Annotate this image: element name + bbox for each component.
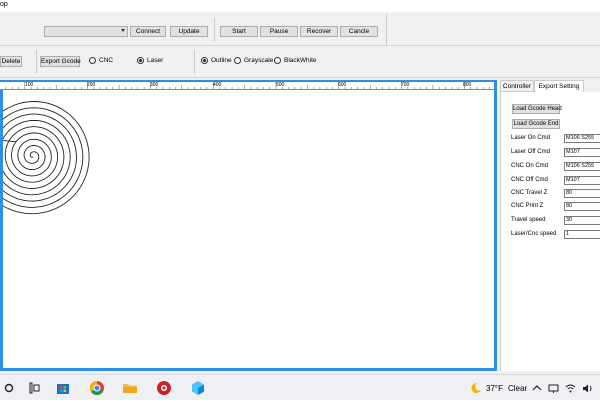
field-label: Laser On Cmd	[511, 135, 551, 141]
laser-off-cmd-input[interactable]: M107	[564, 148, 600, 157]
ruler-label: 400	[213, 82, 222, 88]
option-toolbar: Delete Export Gcode CNC Laser Outline Gr…	[0, 46, 600, 78]
top-toolbar: Connect Update Start Pause Recover Cancl…	[0, 12, 600, 46]
toolbar-divider	[194, 50, 195, 74]
toolbar-divider	[36, 50, 37, 74]
weather-moon-icon	[471, 382, 481, 393]
tab-controller[interactable]: Controller	[500, 80, 534, 92]
field-label: CNC Travel Z	[511, 190, 548, 196]
side-tabs: Controller Export Setting	[500, 80, 600, 92]
connect-button[interactable]: Connect	[130, 26, 166, 37]
tab-export-setting[interactable]: Export Setting	[534, 80, 584, 92]
spiral-drawing	[3, 101, 90, 215]
chevron-up-icon[interactable]	[532, 383, 542, 393]
travel-speed-input[interactable]: 30	[564, 216, 600, 225]
field-label: Laser/Cnc speed	[511, 231, 557, 237]
chrome-icon[interactable]	[89, 380, 105, 396]
field-label: CNC Off Cmd	[511, 177, 548, 183]
taskbar: 37°F Clear	[0, 374, 600, 400]
drawing-canvas[interactable]	[0, 80, 497, 371]
cnc-on-cmd-input[interactable]: M106 S255	[564, 162, 600, 171]
load-gcode-end-button[interactable]: Load Gcode End	[512, 119, 560, 129]
radio-laser[interactable]: Laser	[137, 57, 163, 64]
cancel-button[interactable]: Cancle	[340, 26, 378, 37]
field-label: CNC Print Z	[511, 203, 544, 209]
export-gcode-button[interactable]: Export Gcode	[40, 56, 81, 67]
cnc-off-cmd-input[interactable]: M107	[564, 176, 600, 185]
radio-dot	[137, 57, 144, 64]
file-explorer-icon[interactable]	[122, 380, 138, 396]
ruler-label: 100	[25, 82, 34, 88]
network-icon[interactable]	[548, 383, 559, 394]
title-bar: op	[0, 0, 600, 12]
toolbar-divider	[386, 14, 387, 46]
horizontal-ruler: 100 200 300 400 500 600 700 800	[0, 82, 494, 90]
field-label: CNC On Cmd	[511, 163, 549, 169]
weather-desc[interactable]: Clear	[508, 384, 527, 393]
ruler-label: 700	[401, 82, 410, 88]
cnc-print-z-input[interactable]: 80	[564, 202, 600, 211]
window-title: op	[0, 1, 8, 8]
radio-outline[interactable]: Outline	[201, 57, 232, 64]
weather-temp[interactable]: 37°F	[486, 384, 503, 393]
task-view-icon[interactable]	[26, 380, 42, 396]
laser-on-cmd-input[interactable]: M106 S255	[564, 134, 600, 143]
radio-dot	[89, 57, 96, 64]
ruler-ticks	[5, 82, 490, 89]
field-label: Laser Off Cmd	[511, 149, 550, 155]
store-icon[interactable]	[55, 380, 71, 396]
load-gcode-head-button[interactable]: Load Gcode Head	[512, 104, 562, 114]
export-setting-panel: Load Gcode Head Load Gcode End Laser On …	[500, 92, 600, 371]
toolbar-divider	[214, 18, 215, 42]
laser-cnc-speed-input[interactable]: 1	[564, 230, 600, 239]
search-icon[interactable]	[2, 380, 18, 396]
radio-cnc[interactable]: CNC	[89, 57, 113, 64]
ruler-label: 200	[87, 82, 96, 88]
delete-button[interactable]: Delete	[0, 56, 22, 67]
ruler-label: 600	[338, 82, 347, 88]
radio-dot	[274, 57, 281, 64]
app-3d-icon[interactable]	[190, 380, 206, 396]
start-button[interactable]: Start	[220, 26, 258, 37]
radio-label: Outline	[211, 57, 232, 64]
app-red-icon[interactable]	[156, 380, 172, 396]
radio-dot	[234, 57, 241, 64]
update-button[interactable]: Update	[170, 26, 208, 37]
wifi-icon[interactable]	[565, 383, 576, 394]
radio-label: CNC	[99, 57, 114, 64]
port-select[interactable]	[44, 26, 128, 37]
canvas-svg	[3, 101, 90, 215]
volume-icon[interactable]	[582, 383, 594, 394]
ruler-label: 500	[276, 82, 285, 88]
radio-label: Laser	[147, 57, 164, 64]
chevron-down-icon	[121, 29, 125, 32]
ruler-label: 300	[150, 82, 159, 88]
radio-label: BlackWhite	[284, 57, 317, 64]
cnc-travel-z-input[interactable]: 80	[564, 189, 600, 198]
recover-button[interactable]: Recover	[300, 26, 338, 37]
field-label: Travel speed	[511, 217, 546, 223]
pause-button[interactable]: Pause	[260, 26, 298, 37]
radio-dot	[201, 57, 208, 64]
radio-blackwhite[interactable]: BlackWhite	[274, 57, 317, 64]
ruler-label: 800	[463, 82, 472, 88]
radio-label: Grayscale	[244, 57, 274, 64]
radio-grayscale[interactable]: Grayscale	[234, 57, 273, 64]
